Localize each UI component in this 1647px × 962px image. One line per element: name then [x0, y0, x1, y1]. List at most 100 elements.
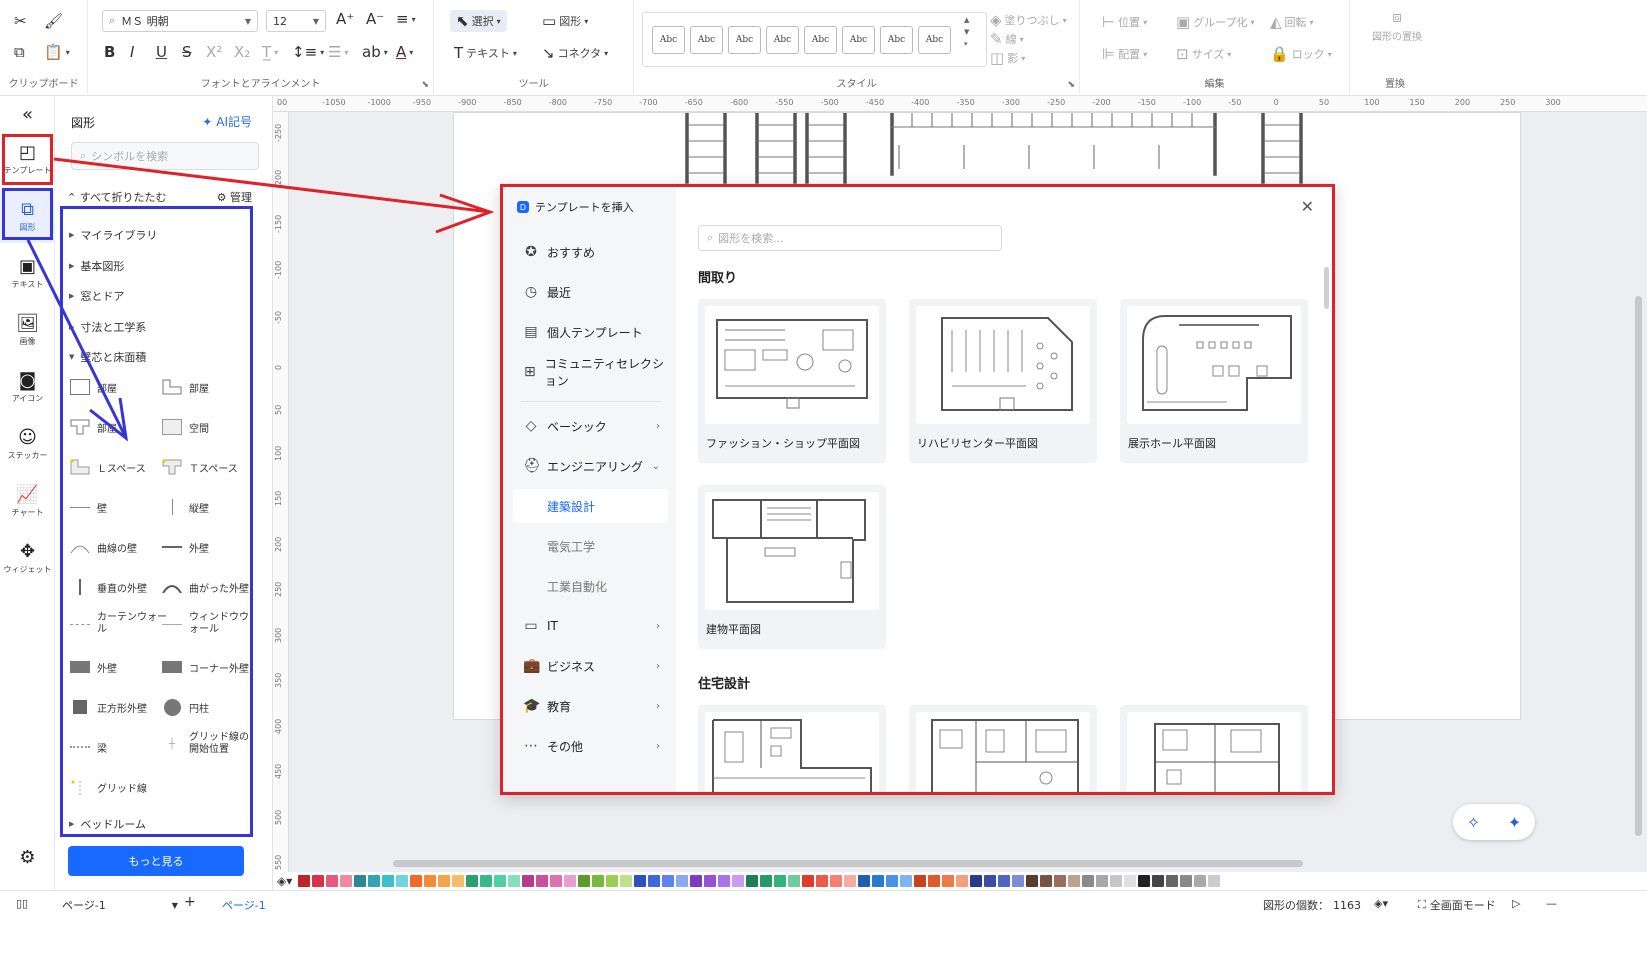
color-swatch[interactable] — [998, 875, 1011, 887]
highlight-button[interactable]: ab ▾ — [362, 45, 388, 60]
category-other[interactable]: ⋯ その他 › — [513, 729, 668, 763]
color-swatch[interactable] — [592, 875, 605, 887]
color-swatch[interactable] — [634, 875, 647, 887]
color-swatch[interactable] — [1054, 875, 1067, 887]
color-swatch[interactable] — [1138, 875, 1151, 887]
color-swatch[interactable] — [424, 875, 437, 887]
style-swatch[interactable]: Abc — [804, 26, 837, 54]
superscript-button[interactable]: X² — [206, 45, 222, 60]
nav-recent[interactable]: ◷ 最近 — [513, 275, 668, 309]
color-swatch[interactable] — [1040, 875, 1053, 887]
subcategory-automation[interactable]: 工業自動化 — [513, 569, 668, 603]
color-swatch[interactable] — [1180, 875, 1193, 887]
color-swatch[interactable] — [718, 875, 731, 887]
align-button[interactable]: ⊫ 配置 ▾ — [1102, 46, 1147, 62]
color-swatch[interactable] — [508, 875, 521, 887]
color-swatch[interactable] — [382, 875, 395, 887]
format-painter-button[interactable]: 🖌 — [44, 14, 63, 29]
rail-item-sticker[interactable]: ☺ ステッカー — [0, 419, 55, 471]
rotate-button[interactable]: ◭ 回転 ▾ — [1270, 14, 1314, 30]
decrease-font-button[interactable]: A⁻ — [366, 12, 384, 27]
close-dialog-button[interactable]: ✕ — [1301, 197, 1314, 216]
color-swatch[interactable] — [816, 875, 829, 887]
dialog-scrollbar[interactable] — [1324, 267, 1329, 309]
style-swatch[interactable]: Abc — [918, 26, 951, 54]
fill-button[interactable]: ◈ 塗りつぶし ▾ — [990, 12, 1067, 28]
paste-button[interactable]: 📋 ▾ — [44, 45, 70, 60]
color-swatch[interactable] — [1124, 875, 1137, 887]
color-swatch[interactable] — [1208, 875, 1221, 887]
text-align-button[interactable]: ≡ ▾ — [396, 12, 416, 27]
color-swatch[interactable] — [1194, 875, 1207, 887]
color-swatch[interactable] — [536, 875, 549, 887]
style-swatch[interactable]: Abc — [728, 26, 761, 54]
color-swatch[interactable] — [802, 875, 815, 887]
color-swatch[interactable] — [732, 875, 745, 887]
color-swatch[interactable] — [326, 875, 339, 887]
size-button[interactable]: ⊡ サイズ ▾ — [1176, 46, 1231, 62]
dialog-launcher-icon[interactable]: ⬊ — [1067, 80, 1075, 90]
color-swatch[interactable] — [1152, 875, 1165, 887]
color-swatch[interactable] — [396, 875, 409, 887]
template-card[interactable]: リハビリセンター平面図 — [909, 299, 1097, 463]
rail-item-widget[interactable]: ✥ ウィジェット — [0, 533, 55, 585]
color-swatch[interactable] — [298, 875, 311, 887]
increase-font-button[interactable]: A⁺ — [336, 12, 354, 27]
template-card[interactable] — [698, 705, 886, 792]
page-list-button[interactable]: ▯▯ — [16, 897, 28, 910]
color-swatch[interactable] — [480, 875, 493, 887]
category-basic[interactable]: ◇ ベーシック › — [513, 409, 668, 443]
more-shapes-button[interactable]: もっと見る — [68, 846, 244, 876]
rail-item-chart[interactable]: 📈 チャート — [0, 476, 55, 528]
color-swatch[interactable] — [662, 875, 675, 887]
style-swatch[interactable]: Abc — [766, 26, 799, 54]
vertical-scrollbar[interactable] — [1635, 296, 1642, 836]
color-swatch[interactable] — [984, 875, 997, 887]
color-swatch[interactable] — [928, 875, 941, 887]
color-swatch[interactable] — [466, 875, 479, 887]
group-button[interactable]: ▣ グループ化 ▾ — [1176, 14, 1255, 30]
gallery-scroll-icon[interactable]: ▲ ▼ ▾ — [964, 14, 969, 50]
color-swatch[interactable] — [1026, 875, 1039, 887]
color-swatch[interactable] — [704, 875, 717, 887]
template-card[interactable]: ファッション・ショップ平面図 — [698, 299, 886, 463]
copy-button[interactable]: ⧉ — [14, 45, 25, 60]
style-swatch[interactable]: Abc — [842, 26, 875, 54]
font-family-select[interactable]: ⌕ ＭＳ 明朝 ▼ — [102, 10, 258, 32]
subscript-button[interactable]: X₂ — [234, 45, 250, 60]
layers-button[interactable]: ◈▾ — [1374, 897, 1388, 910]
list-button[interactable]: ☰ ▾ — [328, 45, 348, 60]
color-swatch[interactable] — [578, 875, 591, 887]
color-swatch[interactable] — [354, 875, 367, 887]
page-tab-active[interactable]: ページ-1 — [222, 897, 266, 913]
line-button[interactable]: ✎ 線 ▾ — [990, 31, 1024, 47]
template-card[interactable] — [909, 705, 1097, 792]
rail-item-image[interactable]: 🖼 画像 — [0, 305, 55, 357]
color-swatch[interactable] — [956, 875, 969, 887]
text-case-button[interactable]: T̲ ▾ — [262, 45, 278, 60]
color-swatch[interactable] — [550, 875, 563, 887]
color-swatch[interactable] — [970, 875, 983, 887]
shadow-button[interactable]: ◫ 影 ▾ — [990, 50, 1025, 66]
nav-community[interactable]: ⊞ コミュニティセレクション — [513, 355, 668, 389]
color-swatch[interactable] — [620, 875, 633, 887]
paint-bucket-icon[interactable]: ◈▾ — [277, 874, 292, 888]
color-swatch[interactable] — [858, 875, 871, 887]
color-swatch[interactable] — [648, 875, 661, 887]
color-swatch[interactable] — [1166, 875, 1179, 887]
magic-wand-icon[interactable]: ✧ — [1467, 813, 1480, 832]
rail-item-text[interactable]: ▣ テキスト — [0, 248, 55, 300]
color-swatch[interactable] — [900, 875, 913, 887]
cut-button[interactable]: ✂ — [14, 14, 27, 29]
color-swatch[interactable] — [452, 875, 465, 887]
position-button[interactable]: ⊢ 位置 ▾ — [1102, 14, 1147, 30]
color-swatch[interactable] — [788, 875, 801, 887]
connector-tool-button[interactable]: ↘ コネクタ ▾ — [542, 45, 608, 61]
color-swatch[interactable] — [1096, 875, 1109, 887]
settings-button[interactable]: ⚙ — [0, 838, 55, 878]
font-color-button[interactable]: A ▾ — [396, 45, 413, 60]
symbol-search-input[interactable]: ⌕ シンボルを検索 — [71, 142, 259, 170]
floor-plan-drawing[interactable] — [454, 113, 1522, 193]
zoom-out-button[interactable]: — — [1546, 897, 1557, 910]
lock-button[interactable]: 🔒 ロック ▾ — [1270, 46, 1332, 62]
